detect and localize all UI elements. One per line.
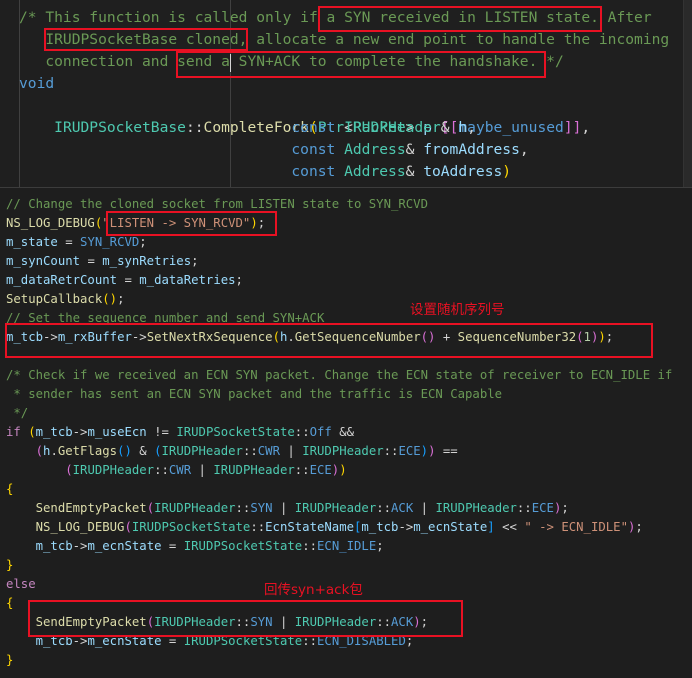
code-line: const Address& toAddress) [291,163,512,180]
highlight-box [28,600,463,637]
code-line: */ [6,406,29,420]
code-line: else [6,577,36,591]
code-line: const Address& fromAddress, [291,141,529,158]
code-line: NS_LOG_DEBUG(IRUDPSocketState::EcnStateN… [35,520,643,534]
highlight-box [176,51,546,78]
highlight-box [318,6,602,32]
code-line: m_synCount = m_synRetries; [6,254,199,268]
top-code-editor: /* This function is called only if a SYN… [0,0,692,188]
code-line: m_dataRetrCount = m_dataRetries; [6,273,243,287]
code-line: if (m_tcb->m_useEcn != IRUDPSocketState:… [6,425,355,439]
highlight-box [44,28,248,51]
code-line: SendEmptyPacket(IRUDPHeader::SYN | IRUDP… [35,501,569,515]
code-line: const IRUDPHeader& h, [291,119,476,136]
code-line: (h.GetFlags() & (IRUDPHeader::CWR | IRUD… [35,444,458,458]
scrollbar[interactable] [683,0,692,188]
code-line: IRUDPSocketBase::CompleteFork(Ptr<Packet… [54,119,591,136]
code-line: /* Check if we received an ECN SYN packe… [6,368,673,382]
code-line: * sender has sent an ECN SYN packet and … [6,387,503,401]
annotation-label: 设置随机序列号 [410,302,505,318]
code-line: SetupCallback(); [6,292,125,306]
code-line: } [6,653,14,667]
code-line: m_tcb->m_ecnState = IRUDPSocketState::EC… [35,539,384,553]
highlight-box [5,323,653,358]
code-line: } [6,558,14,572]
divider [0,187,692,188]
code-line: (IRUDPHeader::CWR | IRUDPHeader::ECE)) [65,463,347,477]
code-line: { [6,482,14,496]
code-line: { [6,596,14,610]
annotation-label: 回传syn+ack包 [264,582,363,598]
code-line: void [19,75,55,92]
highlight-box [106,211,277,236]
